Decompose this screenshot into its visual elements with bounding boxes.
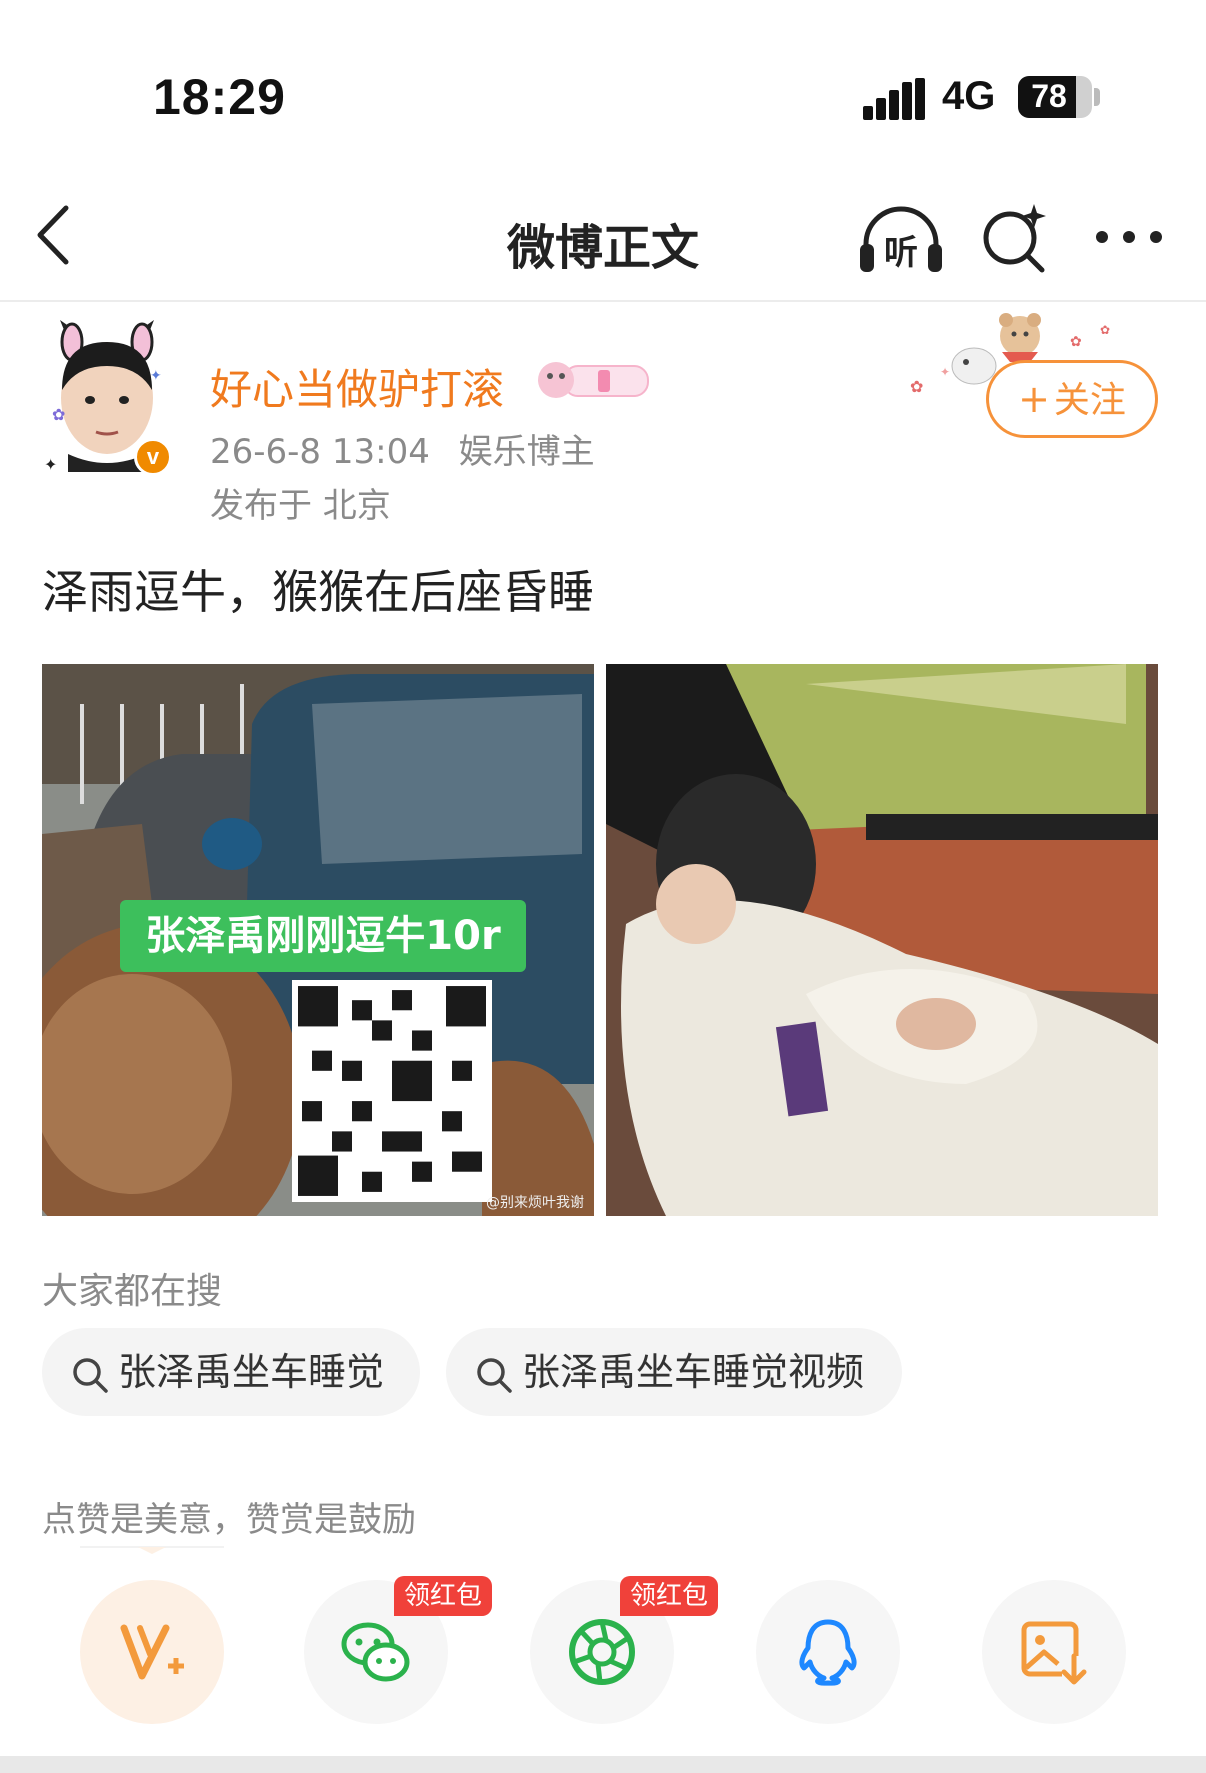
status-bar: 18:29 4G 78 bbox=[0, 0, 1206, 160]
author-tag: 娱乐博主 bbox=[458, 432, 595, 472]
search-chip[interactable]: 张泽禹坐车睡觉 bbox=[42, 1328, 420, 1416]
username[interactable]: 好心当做驴打滚 bbox=[210, 356, 504, 417]
reward-pointer bbox=[80, 1546, 224, 1554]
post-meta: 26-6-8 13:04 娱乐博主 bbox=[210, 424, 595, 473]
reward-button[interactable] bbox=[80, 1580, 224, 1724]
everyone-searching-label: 大家都在搜 bbox=[42, 1271, 223, 1312]
search-icon bbox=[477, 1357, 512, 1393]
overlay-label: 张泽禹刚刚逗牛10r bbox=[120, 900, 526, 972]
reward-label: 点赞是美意，赞赏是鼓励 bbox=[42, 1500, 416, 1540]
battery-cap bbox=[1094, 88, 1100, 106]
status-time: 18:29 bbox=[153, 69, 286, 125]
svg-text:✿: ✿ bbox=[1100, 323, 1110, 337]
svg-text:✿: ✿ bbox=[52, 405, 65, 424]
plus-icon: + bbox=[1018, 377, 1050, 421]
member-badge-icon bbox=[538, 362, 649, 398]
moments-icon bbox=[569, 1619, 635, 1685]
search-icon[interactable] bbox=[978, 202, 1050, 274]
post-text: 泽雨逗牛，猴猴在后座昏睡 bbox=[42, 565, 594, 619]
more-icon[interactable] bbox=[1094, 222, 1164, 252]
svg-text:✿: ✿ bbox=[1070, 334, 1082, 350]
save-image-icon bbox=[1021, 1621, 1088, 1686]
follow-label: 关注 bbox=[1053, 380, 1126, 421]
reward-v-icon bbox=[120, 1624, 184, 1680]
listen-label: 听 bbox=[884, 233, 918, 273]
image-watermark: @别来烦叶我谢 bbox=[486, 1195, 584, 1211]
post-location: 发布于 北京 bbox=[210, 486, 391, 526]
network-type: 4G bbox=[942, 74, 996, 118]
post-image-sleeping[interactable] bbox=[606, 664, 1158, 1216]
svg-text:✦: ✦ bbox=[150, 368, 162, 384]
svg-text:✦: ✦ bbox=[940, 365, 950, 379]
qq-share-button[interactable] bbox=[756, 1580, 900, 1724]
svg-text:✿: ✿ bbox=[910, 377, 923, 396]
nav-bar: 微博正文 听 bbox=[0, 160, 1206, 302]
post-date: 26-6-8 13:04 bbox=[210, 432, 430, 472]
bottom-bar bbox=[0, 1756, 1206, 1773]
search-icon bbox=[73, 1357, 108, 1393]
headphones-listen-icon[interactable]: 听 bbox=[858, 204, 944, 276]
wechat-icon bbox=[341, 1622, 410, 1682]
red-packet-tag: 领红包 bbox=[394, 1576, 493, 1616]
post-image-cows[interactable]: 张泽禹刚刚逗牛10r @别来烦叶我谢 bbox=[42, 664, 594, 1216]
signal-icon bbox=[863, 78, 925, 120]
battery-percent: 78 bbox=[1031, 78, 1067, 114]
qq-icon bbox=[799, 1619, 857, 1686]
search-chip-label: 张泽禹坐车睡觉 bbox=[118, 1350, 385, 1394]
search-chip-label: 张泽禹坐车睡觉视频 bbox=[522, 1350, 865, 1394]
svg-text:✦: ✦ bbox=[44, 455, 57, 472]
red-packet-tag: 领红包 bbox=[620, 1576, 719, 1616]
qr-code-icon bbox=[292, 980, 492, 1202]
follow-button[interactable]: + 关注 bbox=[986, 360, 1158, 438]
save-image-button[interactable] bbox=[982, 1580, 1126, 1724]
battery-icon: 78 bbox=[1018, 76, 1092, 118]
verified-badge: v bbox=[134, 438, 172, 476]
search-chip[interactable]: 张泽禹坐车睡觉视频 bbox=[446, 1328, 902, 1416]
car-sleeping-photo bbox=[606, 664, 1158, 1216]
